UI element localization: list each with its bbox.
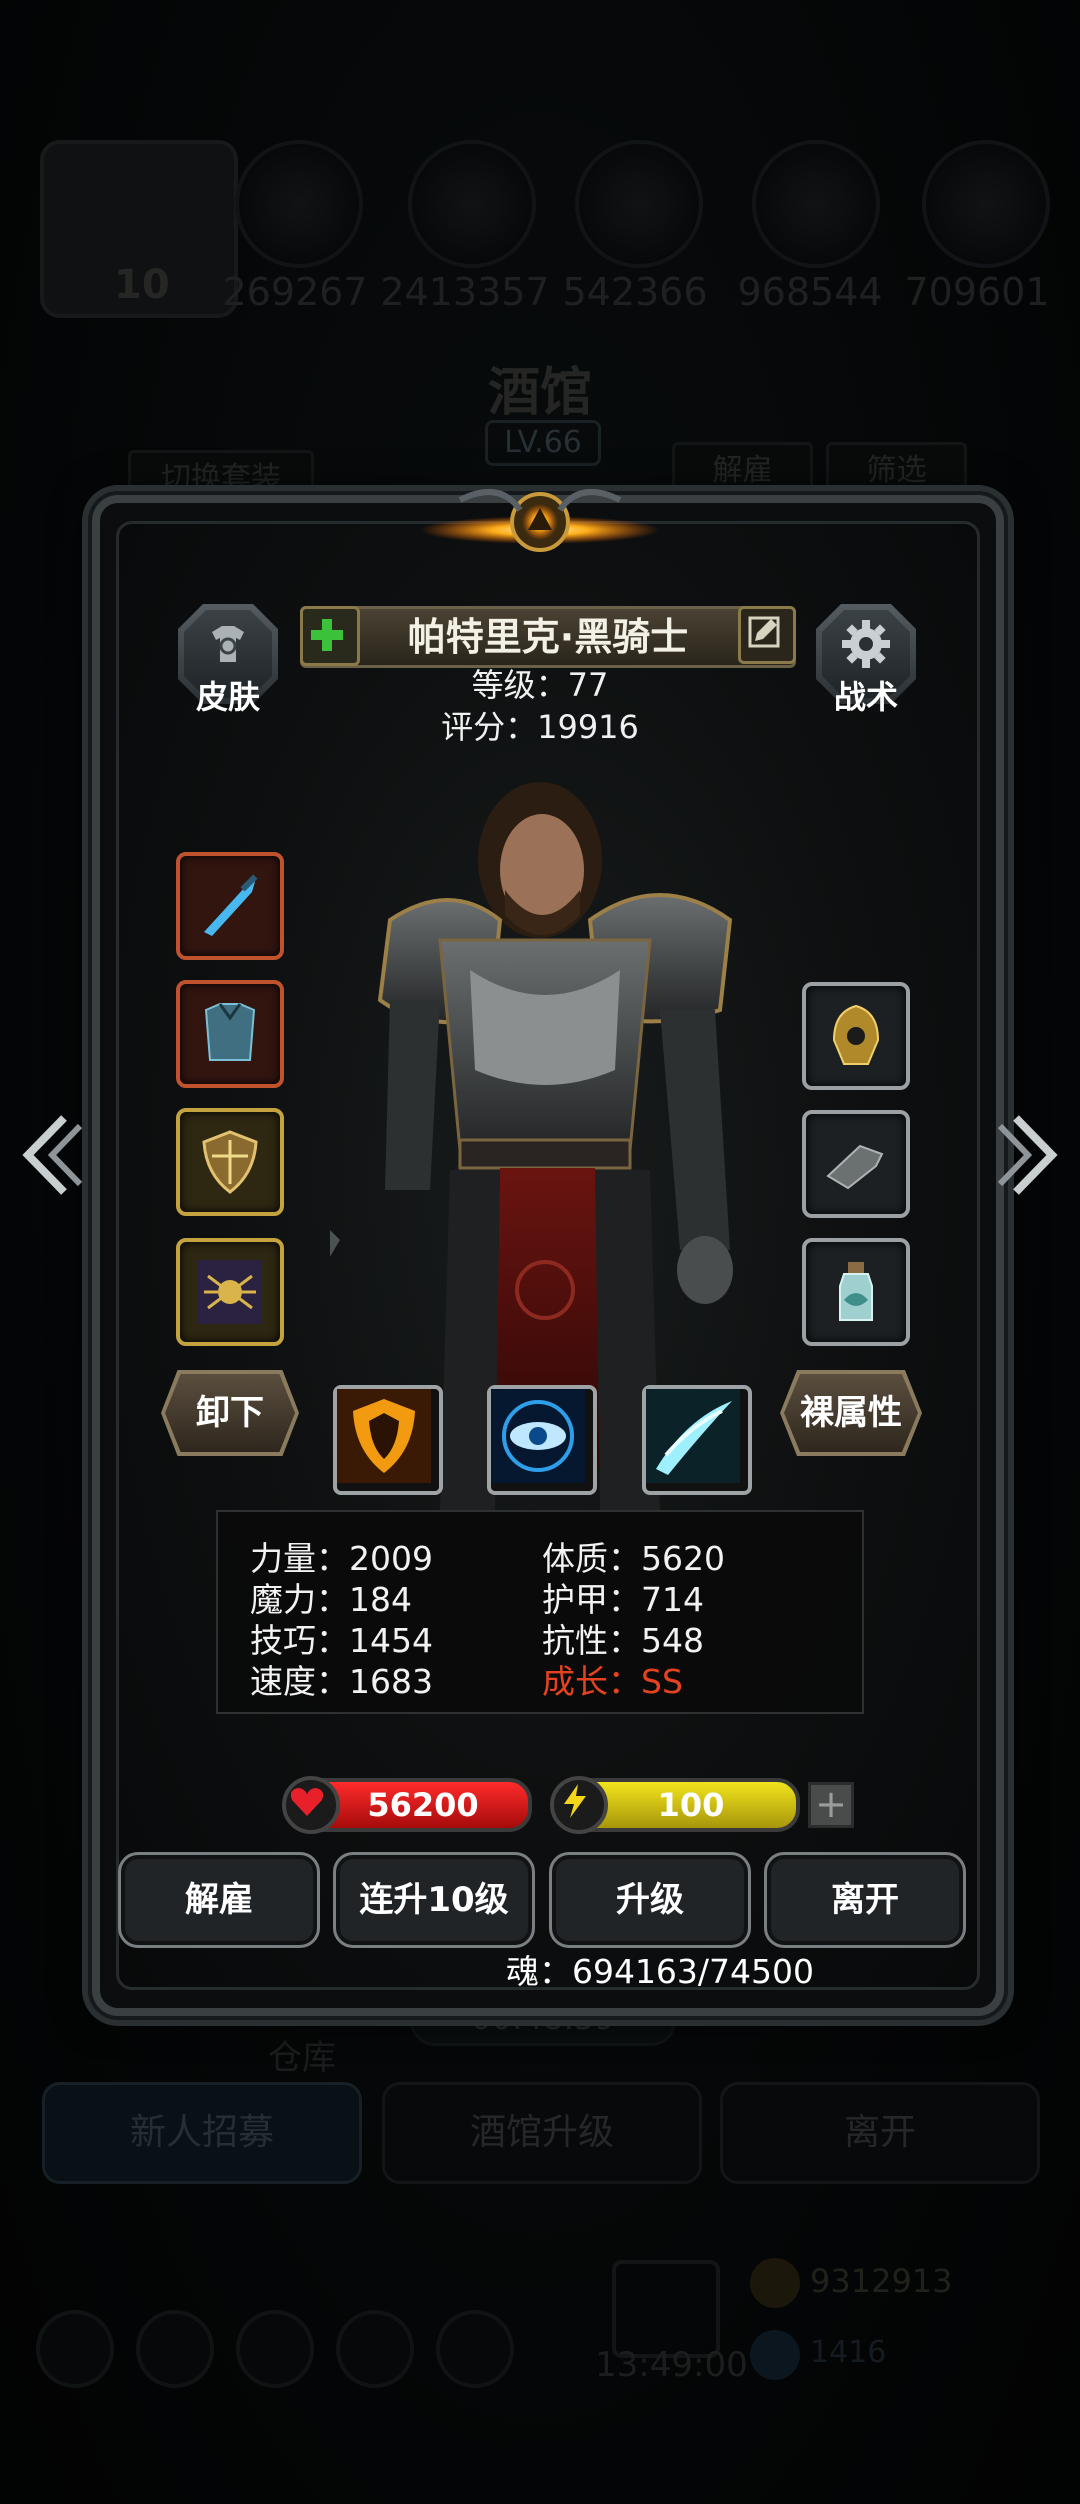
add-energy-button[interactable]: + <box>808 1782 854 1828</box>
skill-slot-1[interactable] <box>333 1385 443 1495</box>
gauntlet-icon <box>826 1144 884 1190</box>
spider-amulet-icon <box>198 1260 262 1324</box>
stat-speed: 速度：1683 <box>250 1662 433 1701</box>
filter-button[interactable]: 筛选 <box>826 442 967 500</box>
hp-value: 56200 <box>367 1786 479 1824</box>
skin-label: 皮肤 <box>195 678 260 716</box>
tavern-level: LV.66 <box>485 420 601 466</box>
gold-amount: 9312913 <box>810 2262 953 2300</box>
resource-value: 542366 <box>562 270 708 314</box>
stat-growth: 成长：SS <box>542 1662 683 1701</box>
tactics-label: 战术 <box>833 678 898 716</box>
hero-level: 等级：77 <box>471 666 609 704</box>
dismiss-tab-button[interactable]: 解雇 <box>672 442 813 500</box>
gem-amount: 1416 <box>810 2335 887 2370</box>
golden-helm-icon <box>832 1004 880 1065</box>
ice-sword-icon <box>204 874 258 936</box>
nav-icon[interactable] <box>136 2310 214 2388</box>
tavern-upgrade-tab[interactable]: 酒馆升级 <box>382 2082 702 2184</box>
accessory-slot[interactable] <box>176 1238 284 1346</box>
tavern-title: 酒馆 <box>487 362 592 423</box>
chest-icon[interactable] <box>612 2260 720 2358</box>
energy-value: 100 <box>657 1786 725 1824</box>
energy-bar: 100 <box>550 1776 800 1834</box>
hero-name: 帕特里克·黑骑士 <box>407 615 689 659</box>
weapon-slot[interactable] <box>176 852 284 960</box>
slash-skill-icon <box>646 1389 740 1483</box>
stats-panel: 力量：2009 魔力：184 技巧：1454 速度：1683 体质：5620 护… <box>216 1510 864 1714</box>
prev-hero-arrow-icon[interactable] <box>14 1110 84 1200</box>
leave-button[interactable]: 离开 <box>764 1852 966 1948</box>
nav-icon[interactable] <box>436 2310 514 2388</box>
chest-armor-icon <box>204 1003 256 1061</box>
warehouse-label[interactable]: 仓库 <box>268 2030 336 2079</box>
skill-slot-3[interactable] <box>642 1385 752 1495</box>
fire-shield-skill-icon <box>337 1389 431 1483</box>
nav-icon[interactable] <box>336 2310 414 2388</box>
resource-value: 269267 <box>222 270 368 314</box>
leave-tab[interactable]: 离开 <box>720 2082 1040 2184</box>
refresh-shirt-icon <box>212 626 244 662</box>
player-avatar: 10 <box>40 140 238 318</box>
resource-icon-2 <box>408 140 536 268</box>
hp-bar: 56200 <box>282 1776 532 1834</box>
shield-slot[interactable] <box>176 1108 284 1216</box>
unequip-button[interactable]: 卸下 <box>165 1374 295 1452</box>
resource-row: 10 269267 2413357 542366 968544 709601 <box>30 140 1050 340</box>
armor-slot[interactable] <box>176 980 284 1088</box>
resource-icon-4 <box>752 140 880 268</box>
helmet-slot[interactable] <box>802 982 910 1090</box>
level-up-10-button[interactable]: 连升10级 <box>333 1852 535 1948</box>
gem-icon <box>750 2330 800 2380</box>
bare-attributes-button[interactable]: 裸属性 <box>784 1374 918 1452</box>
resource-value: 709601 <box>904 270 1050 314</box>
nav-icon[interactable] <box>236 2310 314 2388</box>
resource-value: 968544 <box>737 270 883 314</box>
shield-icon <box>202 1130 258 1194</box>
soul-counter: 魂：694163/74500 <box>505 1952 815 1991</box>
gear-icon <box>842 620 890 668</box>
skill-slot-2[interactable] <box>487 1385 597 1495</box>
hero-score: 评分：19916 <box>441 708 639 746</box>
level-up-button[interactable]: 升级 <box>549 1852 751 1948</box>
edit-name-button[interactable] <box>738 606 796 664</box>
gauntlet-slot[interactable] <box>802 1110 910 1218</box>
eye-skill-icon <box>491 1389 585 1483</box>
dismiss-button[interactable]: 解雇 <box>118 1852 320 1948</box>
sun-emblem-icon <box>420 489 660 552</box>
player-level: 10 <box>114 262 170 308</box>
nav-icon[interactable] <box>36 2310 114 2388</box>
resource-value: 2413357 <box>380 270 550 314</box>
resource-icon-5 <box>922 140 1050 268</box>
hero-name-bar: 帕特里克·黑骑士 <box>300 606 796 668</box>
resource-icon-3 <box>575 140 703 268</box>
recruit-tab[interactable]: 新人招募 <box>42 2082 362 2184</box>
gold-coin-icon <box>750 2258 800 2308</box>
next-hero-arrow-icon[interactable] <box>996 1110 1066 1200</box>
add-icon[interactable] <box>300 606 360 666</box>
bottle-icon <box>839 1262 873 1321</box>
resource-icon-1 <box>235 140 363 268</box>
clock-text: 13:49:00 <box>595 2345 748 2385</box>
potion-slot[interactable] <box>802 1238 910 1346</box>
pencil-icon <box>748 616 780 648</box>
